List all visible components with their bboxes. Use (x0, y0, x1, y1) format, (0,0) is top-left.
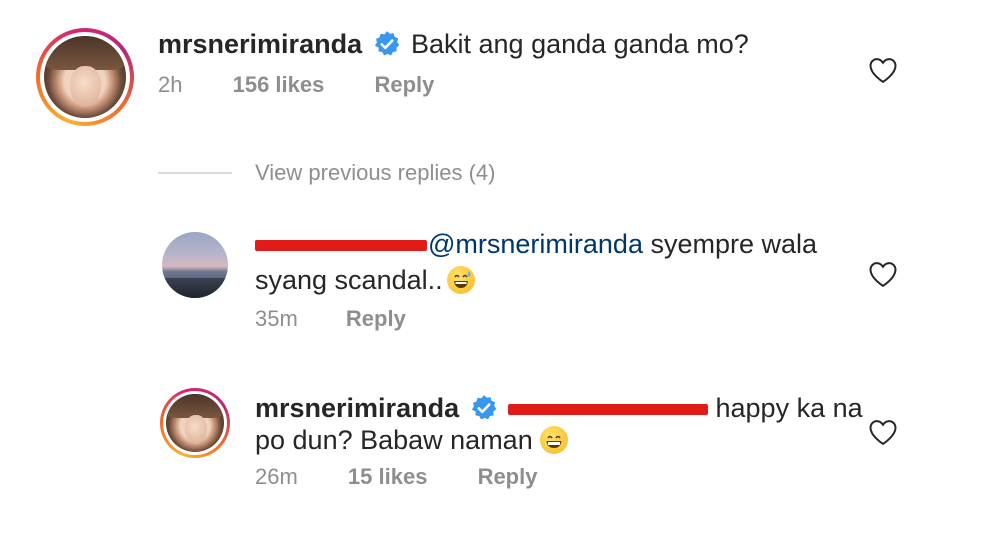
verified-badge-icon (374, 31, 399, 56)
comment-meta: 2h 156 likes Reply (158, 72, 434, 98)
avatar-commenter[interactable] (36, 28, 134, 126)
timestamp: 2h (158, 72, 183, 97)
mention-link[interactable]: @mrsnerimiranda (428, 229, 643, 259)
reply-text-line2: po dun? Babaw naman (255, 425, 541, 455)
like-heart-icon[interactable] (868, 260, 898, 288)
avatar-photo (166, 394, 224, 452)
beaming-grin-emoji-icon (540, 426, 569, 454)
reply-text-line2: syang scandal.. (255, 265, 443, 295)
reply-body-line2: po dun? Babaw naman (255, 422, 569, 458)
reply-body: @mrsnerimiranda syempre wala (255, 226, 817, 262)
avatar-replier[interactable] (162, 232, 228, 298)
username[interactable]: mrsnerimiranda (255, 393, 459, 423)
reply-button[interactable]: Reply (478, 464, 538, 489)
grinning-sweat-emoji-icon (447, 266, 476, 294)
reply-text-line1: happy ka na (708, 393, 863, 423)
redacted-mention (508, 402, 708, 416)
reply-body: mrsnerimiranda happy ka na (255, 390, 863, 426)
like-heart-icon[interactable] (868, 418, 898, 446)
comment-header: mrsnerimiranda Bakit ang ganda ganda mo? (158, 26, 749, 62)
reply-text-line1: syempre wala (642, 229, 818, 259)
reply-meta: 35m Reply (255, 306, 406, 332)
like-heart-icon[interactable] (868, 56, 898, 84)
replies-divider (158, 172, 232, 174)
timestamp: 35m (255, 306, 298, 331)
reply-button[interactable]: Reply (346, 306, 406, 331)
verified-badge-icon (471, 395, 496, 420)
likes-count[interactable]: 15 likes (348, 464, 428, 489)
avatar-author[interactable] (160, 388, 230, 458)
view-previous-replies[interactable]: View previous replies (4) (255, 160, 495, 186)
likes-count[interactable]: 156 likes (233, 72, 325, 97)
reply-body-line2: syang scandal.. (255, 262, 476, 298)
avatar-photo (44, 36, 126, 118)
reply-meta: 26m 15 likes Reply (255, 464, 537, 490)
username[interactable]: mrsnerimiranda (158, 29, 362, 59)
timestamp: 26m (255, 464, 298, 489)
comment-text: Bakit ang ganda ganda mo? (411, 29, 749, 59)
reply-button[interactable]: Reply (374, 72, 434, 97)
